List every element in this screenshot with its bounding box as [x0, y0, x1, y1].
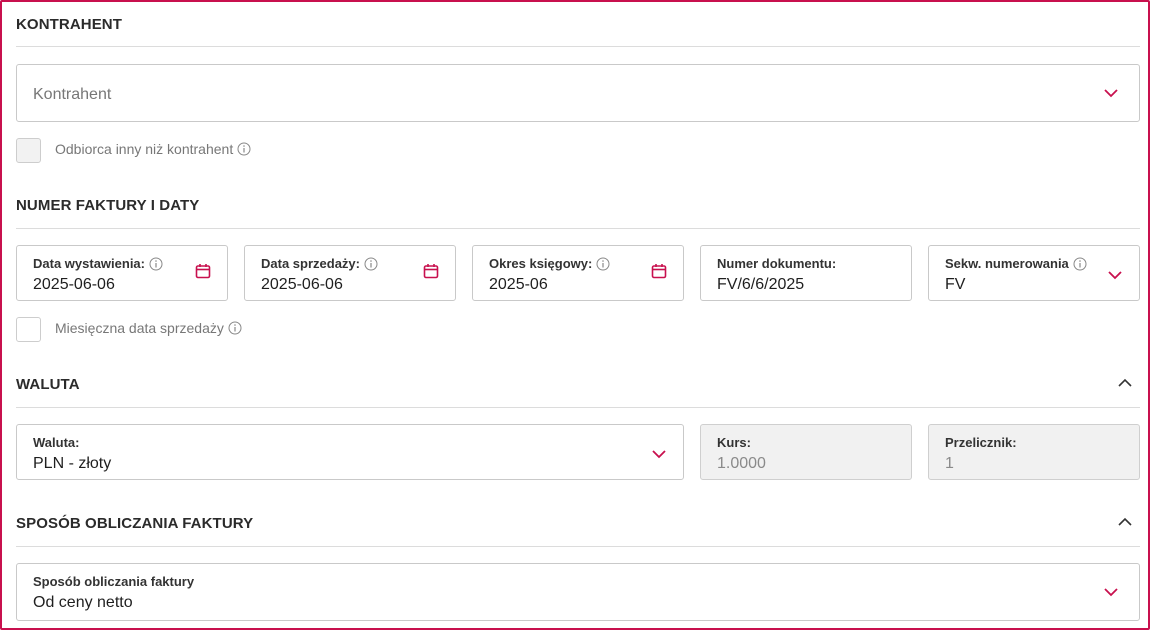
invoice-form-panel: KONTRAHENT Kontrahent Odbiorca inny niż … [0, 0, 1150, 630]
accounting-period-value: 2025-06 [489, 276, 548, 293]
calculation-method-label: Sposób obliczania faktury [33, 574, 195, 589]
numbering-sequence-label: Sekw. numerowania [945, 256, 1087, 271]
different-recipient-label: Odbiorca inny niż kontrahent [55, 141, 251, 157]
monthly-sale-date-checkbox[interactable] [16, 317, 41, 342]
currency-value: PLN - złoty [33, 455, 112, 472]
numbering-sequence-label-text: Sekw. numerowania [945, 256, 1069, 271]
divider [16, 46, 1140, 47]
issue-date-field[interactable]: Data wystawienia: 2025-06-06 [16, 245, 228, 301]
exchange-rate-label: Kurs: [717, 435, 751, 450]
info-icon[interactable] [596, 257, 610, 271]
section-title-kontrahent: KONTRAHENT [16, 16, 122, 33]
section-title-waluta: WALUTA [16, 376, 80, 393]
chevron-up-icon[interactable] [1116, 374, 1134, 392]
issue-date-label: Data wystawienia: [33, 256, 163, 271]
divider [16, 228, 1140, 229]
chevron-down-icon [652, 450, 666, 459]
issue-date-label-text: Data wystawienia: [33, 256, 145, 271]
monthly-sale-date-label: Miesięczna data sprzedaży [55, 320, 242, 336]
sale-date-label-text: Data sprzedaży: [261, 256, 360, 271]
calculation-method-value: Od ceny netto [33, 594, 133, 611]
chevron-up-icon[interactable] [1116, 513, 1134, 531]
chevron-down-icon [1104, 89, 1118, 98]
exchange-rate-field: Kurs: 1.0000 [700, 424, 912, 480]
document-number-field[interactable]: Numer dokumentu: FV/6/6/2025 [700, 245, 912, 301]
converter-value: 1 [945, 455, 954, 472]
divider [16, 407, 1140, 408]
accounting-period-label-text: Okres księgowy: [489, 256, 593, 271]
calculation-method-select[interactable]: Sposób obliczania faktury Od ceny netto [16, 563, 1140, 621]
different-recipient-text: Odbiorca inny niż kontrahent [55, 141, 234, 157]
info-icon[interactable] [228, 321, 242, 335]
divider [16, 546, 1140, 547]
currency-select[interactable]: Waluta: PLN - złoty [16, 424, 684, 480]
exchange-rate-value: 1.0000 [717, 455, 766, 472]
calendar-icon[interactable] [195, 263, 211, 279]
section-title-sposob-obliczania: SPOSÓB OBLICZANIA FAKTURY [16, 515, 254, 532]
chevron-down-icon [1108, 271, 1122, 280]
calendar-icon[interactable] [423, 263, 439, 279]
sale-date-field[interactable]: Data sprzedaży: 2025-06-06 [244, 245, 456, 301]
document-number-label: Numer dokumentu: [717, 256, 837, 271]
accounting-period-label: Okres księgowy: [489, 256, 610, 271]
converter-label: Przelicznik: [945, 435, 1017, 450]
calendar-icon[interactable] [651, 263, 667, 279]
accounting-period-field[interactable]: Okres księgowy: 2025-06 [472, 245, 684, 301]
sale-date-value: 2025-06-06 [261, 276, 343, 293]
info-icon[interactable] [1073, 257, 1087, 271]
document-number-value: FV/6/6/2025 [717, 276, 805, 293]
numbering-sequence-select[interactable]: Sekw. numerowania FV [928, 245, 1140, 301]
currency-label: Waluta: [33, 435, 80, 450]
monthly-sale-date-text: Miesięczna data sprzedaży [55, 320, 224, 336]
info-icon[interactable] [237, 142, 251, 156]
sale-date-label: Data sprzedaży: [261, 256, 378, 271]
contractor-select[interactable]: Kontrahent [16, 64, 1140, 122]
info-icon[interactable] [364, 257, 378, 271]
contractor-placeholder: Kontrahent [33, 86, 112, 103]
issue-date-value: 2025-06-06 [33, 276, 115, 293]
section-title-numer-faktury: NUMER FAKTURY I DATY [16, 197, 200, 214]
converter-field: Przelicznik: 1 [928, 424, 1140, 480]
different-recipient-checkbox[interactable] [16, 138, 41, 163]
info-icon[interactable] [149, 257, 163, 271]
chevron-down-icon [1104, 588, 1118, 597]
numbering-sequence-value: FV [945, 276, 966, 293]
